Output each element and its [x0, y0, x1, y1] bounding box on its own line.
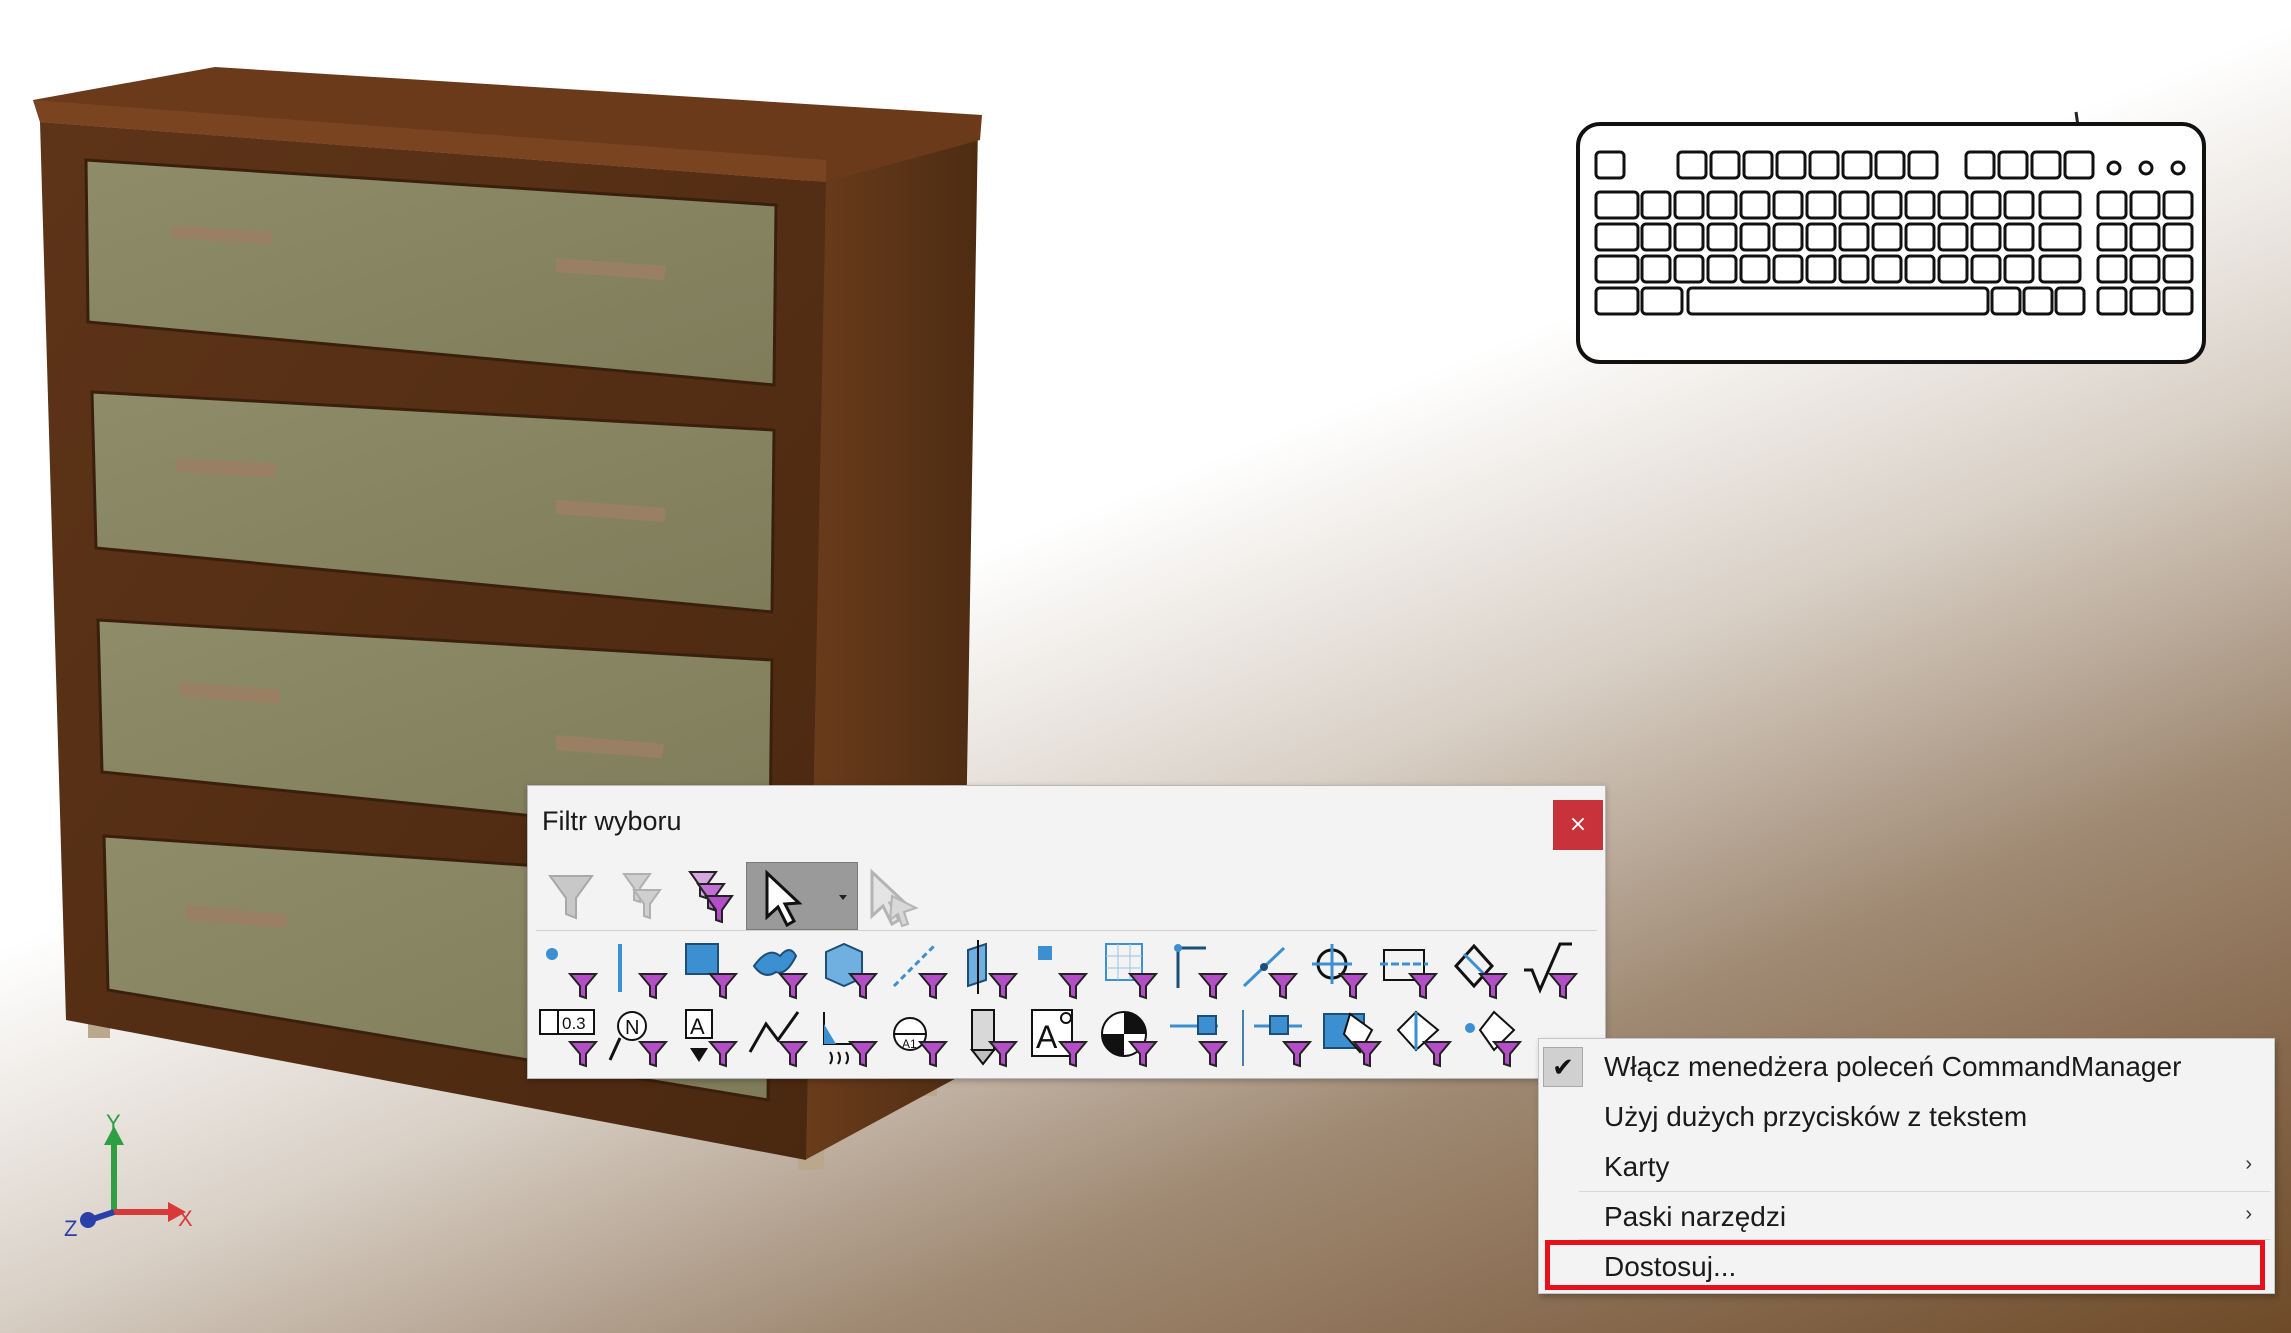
filter-planes-icon[interactable]: [956, 936, 1026, 1004]
filter-solid-bodies-icon[interactable]: [816, 936, 886, 1004]
svg-text:A1: A1: [902, 1037, 917, 1051]
menu-item-large-buttons[interactable]: Użyj dużych przycisków z tekstem: [1539, 1093, 2274, 1143]
context-menu[interactable]: ✔ Włącz menedżera poleceń CommandManager…: [1538, 1038, 2275, 1294]
tolerance-value: 0.3: [562, 1014, 586, 1033]
filter-geometric-tolerances-icon[interactable]: 0.3: [536, 1004, 606, 1072]
filter-dimensions-icon[interactable]: [1236, 936, 1306, 1004]
menu-item-tabs[interactable]: Karty ›: [1539, 1143, 2274, 1193]
filter-routing-points-icon[interactable]: [1250, 1004, 1320, 1072]
menu-item-label: Karty: [1604, 1151, 1670, 1182]
svg-text:N: N: [625, 1017, 639, 1039]
filter-datum-targets-icon[interactable]: A1: [886, 1004, 956, 1072]
filter-mesh-facet-vertices-icon[interactable]: [1460, 1004, 1530, 1072]
triad-y-label: Y: [106, 1110, 121, 1135]
view-triad: Y X Z: [64, 1110, 193, 1241]
select-all-filters-icon[interactable]: [676, 862, 746, 930]
filter-row-1: [536, 936, 1586, 1004]
menu-item-label: Paski narzędzi: [1604, 1201, 1787, 1232]
toolbar-separator: [536, 930, 1597, 931]
filter-notes-icon[interactable]: N: [606, 1004, 676, 1072]
filter-mesh-facets-icon[interactable]: [1320, 1004, 1390, 1072]
submenu-arrow-icon: ›: [2245, 1203, 2252, 1225]
menu-item-label: Włącz menedżera poleceń CommandManager: [1604, 1051, 2182, 1082]
filter-sketch-points-icon[interactable]: [1026, 936, 1096, 1004]
svg-text:A: A: [1036, 1019, 1058, 1055]
filter-connection-points-icon[interactable]: [1166, 1004, 1236, 1072]
selection-filter-toolbar[interactable]: Filtr wyboru × 0.3 N A A1 A: [527, 785, 1606, 1079]
close-button[interactable]: ×: [1553, 800, 1603, 850]
filter-axes-icon[interactable]: [886, 936, 956, 1004]
filter-surface-bodies-icon[interactable]: [746, 936, 816, 1004]
toolbar-title: Filtr wyboru: [542, 806, 682, 836]
filter-midpoints-icon[interactable]: [1166, 936, 1236, 1004]
filter-blocks-icon[interactable]: A: [1026, 1004, 1096, 1072]
menu-separator: [1579, 1191, 2270, 1192]
filter-weld-symbols-icon[interactable]: [746, 1004, 816, 1072]
keyboard-model[interactable]: [1576, 111, 2206, 364]
dropdown-arrow-icon: [839, 895, 847, 900]
highlight-box: [1545, 1240, 2265, 1290]
filter-weld-beads-icon[interactable]: [816, 1004, 886, 1072]
menu-item-label: Użyj dużych przycisków z tekstem: [1604, 1101, 2028, 1132]
filter-mesh-facet-edges-icon[interactable]: [1390, 1004, 1460, 1072]
svg-text:A: A: [690, 1014, 705, 1039]
clear-all-filters-icon[interactable]: [606, 862, 676, 930]
selection-cursor-button[interactable]: [746, 862, 858, 930]
filter-surface-finish-icon[interactable]: [1516, 936, 1586, 1004]
filter-edges-icon[interactable]: [606, 936, 676, 1004]
menu-item-toolbars[interactable]: Paski narzędzi ›: [1539, 1193, 2274, 1243]
filter-center-marks-icon[interactable]: [1306, 936, 1376, 1004]
filter-centerlines-icon[interactable]: [1376, 936, 1446, 1004]
triad-x-label: X: [178, 1206, 193, 1231]
menu-item-commandmanager[interactable]: ✔ Włącz menedżera poleceń CommandManager: [1539, 1043, 2274, 1093]
filter-faces-icon[interactable]: [676, 936, 746, 1004]
filter-cosmetic-threads-icon[interactable]: [956, 1004, 1026, 1072]
toolbar-divider: [1242, 1010, 1244, 1066]
submenu-arrow-icon: ›: [2245, 1153, 2252, 1175]
filter-sketch-segments-icon[interactable]: [1096, 936, 1166, 1004]
filter-center-of-mass-icon[interactable]: [1096, 1004, 1166, 1072]
filter-datum-features-icon[interactable]: A: [676, 1004, 746, 1072]
check-icon: ✔: [1543, 1047, 1583, 1087]
filter-row-2: 0.3 N A A1 A: [536, 1004, 1530, 1072]
triad-z-label: Z: [64, 1216, 77, 1241]
filter-toggle-icon[interactable]: [536, 862, 606, 930]
filter-vertices-icon[interactable]: [536, 936, 606, 1004]
filter-dimensions-hole-callouts-icon[interactable]: [1446, 936, 1516, 1004]
pointer-disabled-icon[interactable]: [858, 862, 928, 930]
